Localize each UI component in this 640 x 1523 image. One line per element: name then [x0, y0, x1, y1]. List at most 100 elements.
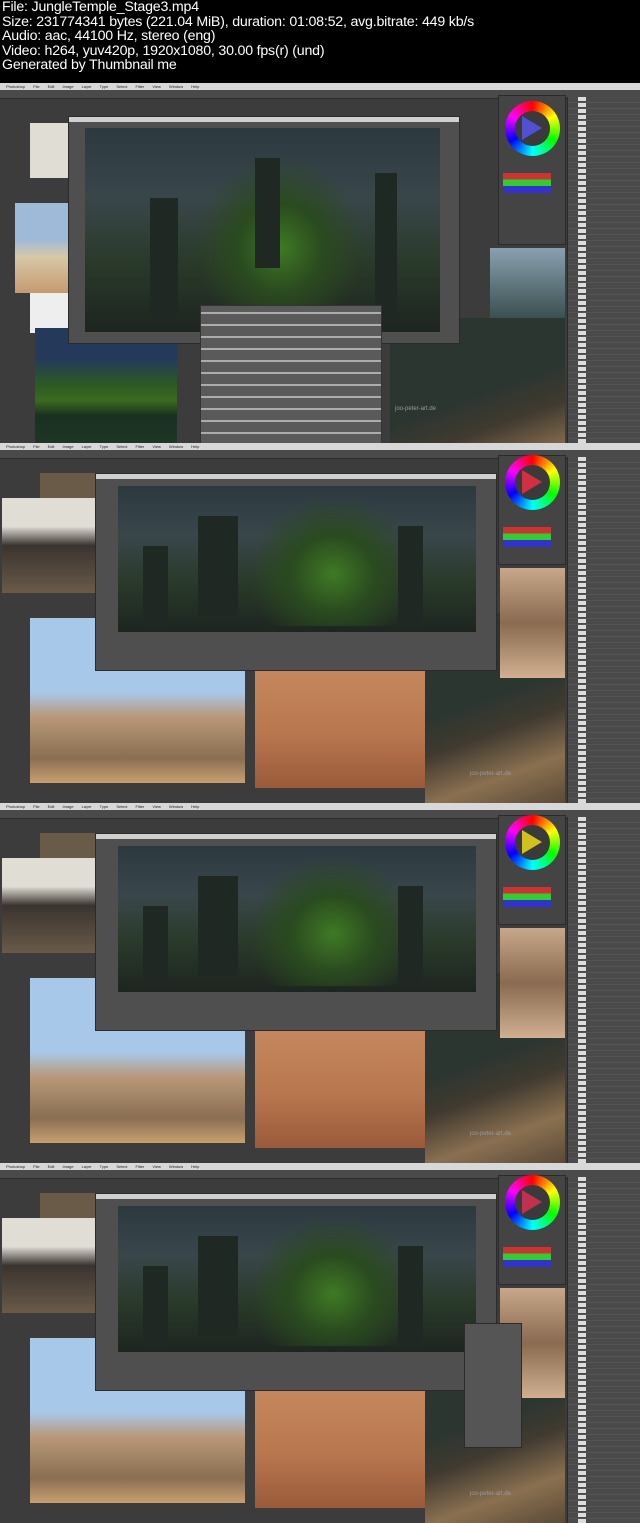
menu-item[interactable]: Filter	[135, 1163, 144, 1170]
watermark: joo-peter-art.de	[470, 1491, 512, 1497]
reference-photo-angkor	[35, 328, 177, 443]
reference-photo-cave	[2, 1218, 95, 1313]
menu-item[interactable]: Photoshop	[6, 443, 25, 450]
stone-pillar	[198, 516, 238, 616]
menu-item[interactable]: Edit	[48, 1163, 55, 1170]
menu-item[interactable]: Image	[63, 83, 74, 90]
stone-pillar	[198, 876, 238, 976]
painting-canvas	[85, 128, 440, 332]
menu-item[interactable]: View	[152, 443, 161, 450]
reference-photo	[30, 123, 70, 178]
menu-item[interactable]: Photoshop	[6, 83, 25, 90]
menu-item[interactable]: File	[33, 803, 39, 810]
menu-item[interactable]: Type	[100, 803, 109, 810]
color-triangle[interactable]	[522, 470, 542, 494]
menu-item[interactable]: Image	[63, 443, 74, 450]
menu-item[interactable]: File	[33, 83, 39, 90]
menu-item[interactable]: Type	[100, 1163, 109, 1170]
menu-item[interactable]: Filter	[135, 443, 144, 450]
color-sliders[interactable]	[503, 1247, 551, 1267]
reference-strip	[500, 568, 565, 678]
menu-item[interactable]: Layer	[82, 83, 92, 90]
stone-pillar	[255, 158, 280, 268]
watermark: joo-peter-art.de	[470, 771, 512, 777]
menu-item[interactable]: Help	[191, 443, 199, 450]
menu-item[interactable]: Edit	[48, 83, 55, 90]
menu-item[interactable]: Filter	[135, 83, 144, 90]
menu-item[interactable]: File	[33, 1163, 39, 1170]
color-sliders[interactable]	[503, 887, 551, 907]
menu-item[interactable]: Select	[116, 443, 127, 450]
menu-item[interactable]: Filter	[135, 803, 144, 810]
reference-strip	[500, 928, 565, 1038]
stone-pillar	[150, 198, 178, 318]
file-info-header: File: JungleTemple_Stage3.mp4 Size: 2317…	[2, 0, 474, 73]
menu-item[interactable]: Type	[100, 443, 109, 450]
stone-pillar	[143, 906, 168, 986]
menu-item[interactable]: Edit	[48, 803, 55, 810]
painting-canvas	[118, 1206, 476, 1352]
layers-panel[interactable]	[567, 817, 640, 1163]
menu-item[interactable]: View	[152, 803, 161, 810]
menu-item[interactable]: Type	[100, 83, 109, 90]
video-frame-2: Photoshop File Edit Image Layer Type Select Fil…	[0, 443, 640, 803]
menu-item[interactable]: Window	[169, 803, 183, 810]
audio-info: Audio: aac, 44100 Hz, stereo (eng)	[2, 28, 216, 45]
menu-bar: Photoshop File Edit Image Layer Type Select Fil…	[0, 803, 640, 810]
menu-item[interactable]: Image	[63, 803, 74, 810]
menu-bar: Photoshop File Edit Image Layer Type Select Fil…	[0, 1163, 640, 1170]
menu-item[interactable]: Help	[191, 803, 199, 810]
color-sliders[interactable]	[503, 527, 551, 547]
color-triangle[interactable]	[522, 116, 542, 140]
layers-panel[interactable]	[567, 457, 640, 803]
menu-item[interactable]: Layer	[82, 803, 92, 810]
menu-item[interactable]: Help	[191, 1163, 199, 1170]
stone-pillar	[398, 526, 423, 626]
properties-panel[interactable]	[464, 1323, 522, 1448]
stone-pillar	[375, 173, 397, 323]
color-triangle[interactable]	[522, 830, 542, 854]
menu-item[interactable]: Select	[116, 803, 127, 810]
reference-photo-cave	[2, 498, 95, 593]
reference-photo-clouds	[490, 248, 565, 318]
menu-item[interactable]: View	[152, 1163, 161, 1170]
generator-info: Generated by Thumbnail me	[2, 57, 177, 74]
color-triangle[interactable]	[522, 1190, 542, 1214]
layers-panel[interactable]	[567, 97, 640, 443]
document-titlebar[interactable]	[96, 834, 496, 839]
menu-item[interactable]: Window	[169, 83, 183, 90]
menu-item[interactable]: Help	[191, 83, 199, 90]
menu-bar: Photoshop File Edit Image Layer Type Select Fil…	[0, 83, 640, 90]
menu-item[interactable]: Photoshop	[6, 803, 25, 810]
temple-jungle	[195, 158, 365, 308]
video-frame-3: Photoshop File Edit Image Layer Type Select Fil…	[0, 803, 640, 1163]
menu-item[interactable]: Layer	[82, 443, 92, 450]
reference-photo-beach	[15, 203, 70, 293]
menu-item[interactable]: Image	[63, 1163, 74, 1170]
menu-item[interactable]: Window	[169, 1163, 183, 1170]
menu-item[interactable]: Layer	[82, 1163, 92, 1170]
menu-item[interactable]: Photoshop	[6, 1163, 25, 1170]
stone-pillar	[143, 1266, 168, 1346]
menu-item[interactable]: Select	[116, 83, 127, 90]
file-size: Size: 231774341 bytes (221.04 MiB), dura…	[2, 13, 475, 30]
file-name: File: JungleTemple_Stage3.mp4	[2, 0, 199, 15]
brushes-panel[interactable]	[200, 305, 382, 443]
video-info: Video: h264, yuv420p, 1920x1080, 30.00 f…	[2, 42, 325, 59]
document-titlebar[interactable]	[69, 117, 459, 122]
document-titlebar[interactable]	[96, 474, 496, 479]
menu-item[interactable]: File	[33, 443, 39, 450]
document-titlebar[interactable]	[96, 1194, 496, 1199]
layers-panel[interactable]	[567, 1177, 640, 1523]
temple-jungle	[248, 496, 418, 626]
color-sliders[interactable]	[503, 173, 551, 193]
painting-canvas	[118, 846, 476, 992]
stone-pillar	[398, 1246, 423, 1346]
menu-bar: Photoshop File Edit Image Layer Type Select Fil…	[0, 443, 640, 450]
video-frame-4: Photoshop File Edit Image Layer Type Select Fil…	[0, 1163, 640, 1523]
menu-item[interactable]: Window	[169, 443, 183, 450]
stone-pillar	[198, 1236, 238, 1336]
menu-item[interactable]: View	[152, 83, 161, 90]
menu-item[interactable]: Select	[116, 1163, 127, 1170]
menu-item[interactable]: Edit	[48, 443, 55, 450]
